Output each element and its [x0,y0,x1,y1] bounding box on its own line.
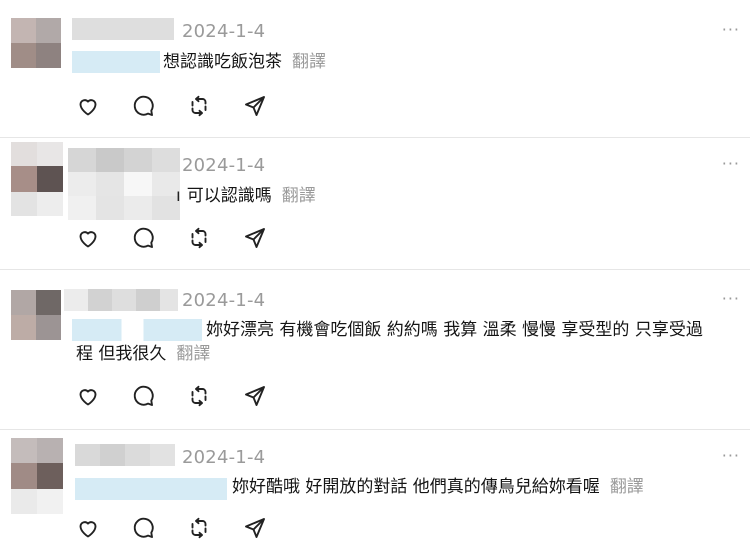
comment-text-line-1: 妳好漂亮 有機會吃個飯 約約嗎 我算 溫柔 慢慢 享受型的 只享受過 [206,320,703,340]
reply-bubble-icon[interactable] [131,516,155,540]
share-send-icon[interactable] [243,94,267,118]
repost-icon[interactable] [187,516,211,540]
username-blurred[interactable] [72,18,174,40]
avatar[interactable] [11,142,63,216]
like-heart-icon[interactable] [76,226,100,250]
like-heart-icon[interactable] [76,384,100,408]
username-blurred[interactable] [64,289,178,311]
like-heart-icon[interactable] [76,516,100,540]
comment-4: 2024-1-4 ··· 妳好酷哦 好開放的對話 他們真的傳鳥兒給妳看喔 翻譯 [0,430,750,551]
translate-link[interactable]: 翻譯 [282,186,316,206]
reply-bubble-icon[interactable] [131,94,155,118]
more-options-icon[interactable]: ··· [722,289,740,308]
more-options-icon[interactable]: ··· [722,20,740,39]
like-heart-icon[interactable] [76,94,100,118]
comment-text: 想認識吃飯泡茶 翻譯 [163,52,326,72]
mention-blurred[interactable] [72,51,160,73]
avatar[interactable] [11,438,63,514]
translate-link[interactable]: 翻譯 [292,52,326,72]
comment-1: 2024-1-4 ··· 想認識吃飯泡茶 翻譯 [0,0,750,136]
comment-date: 2024-1-4 [182,21,266,42]
repost-icon[interactable] [187,94,211,118]
repost-icon[interactable] [187,384,211,408]
comment-text-line-2: 程 但我很久 翻譯 [76,344,211,364]
repost-icon[interactable] [187,226,211,250]
reply-bubble-icon[interactable] [131,226,155,250]
share-send-icon[interactable] [243,226,267,250]
reply-bubble-icon[interactable] [131,384,155,408]
avatar[interactable] [11,290,61,340]
username-blurred[interactable] [68,148,180,220]
more-options-icon[interactable]: ··· [722,446,740,465]
comment-date: 2024-1-4 [182,155,266,176]
comment-2: 2024-1-4 ··· ı 可以認識嗎 翻譯 [0,138,750,268]
share-send-icon[interactable] [243,384,267,408]
comment-date: 2024-1-4 [182,447,266,468]
comment-text: 妳好酷哦 好開放的對話 他們真的傳鳥兒給妳看喔 翻譯 [232,477,644,497]
comment-date: 2024-1-4 [182,290,266,311]
more-options-icon[interactable]: ··· [722,154,740,173]
translate-link[interactable]: 翻譯 [610,477,644,497]
comment-text: ı 可以認識嗎 翻譯 [176,186,316,206]
share-send-icon[interactable] [243,516,267,540]
translate-link[interactable]: 翻譯 [176,344,210,364]
avatar[interactable] [11,18,61,68]
comment-3: 2024-1-4 ··· 妳好漂亮 有機會吃個飯 約約嗎 我算 溫柔 慢慢 享受… [0,270,750,428]
username-blurred[interactable] [75,444,175,466]
mention-blurred[interactable] [75,478,227,500]
